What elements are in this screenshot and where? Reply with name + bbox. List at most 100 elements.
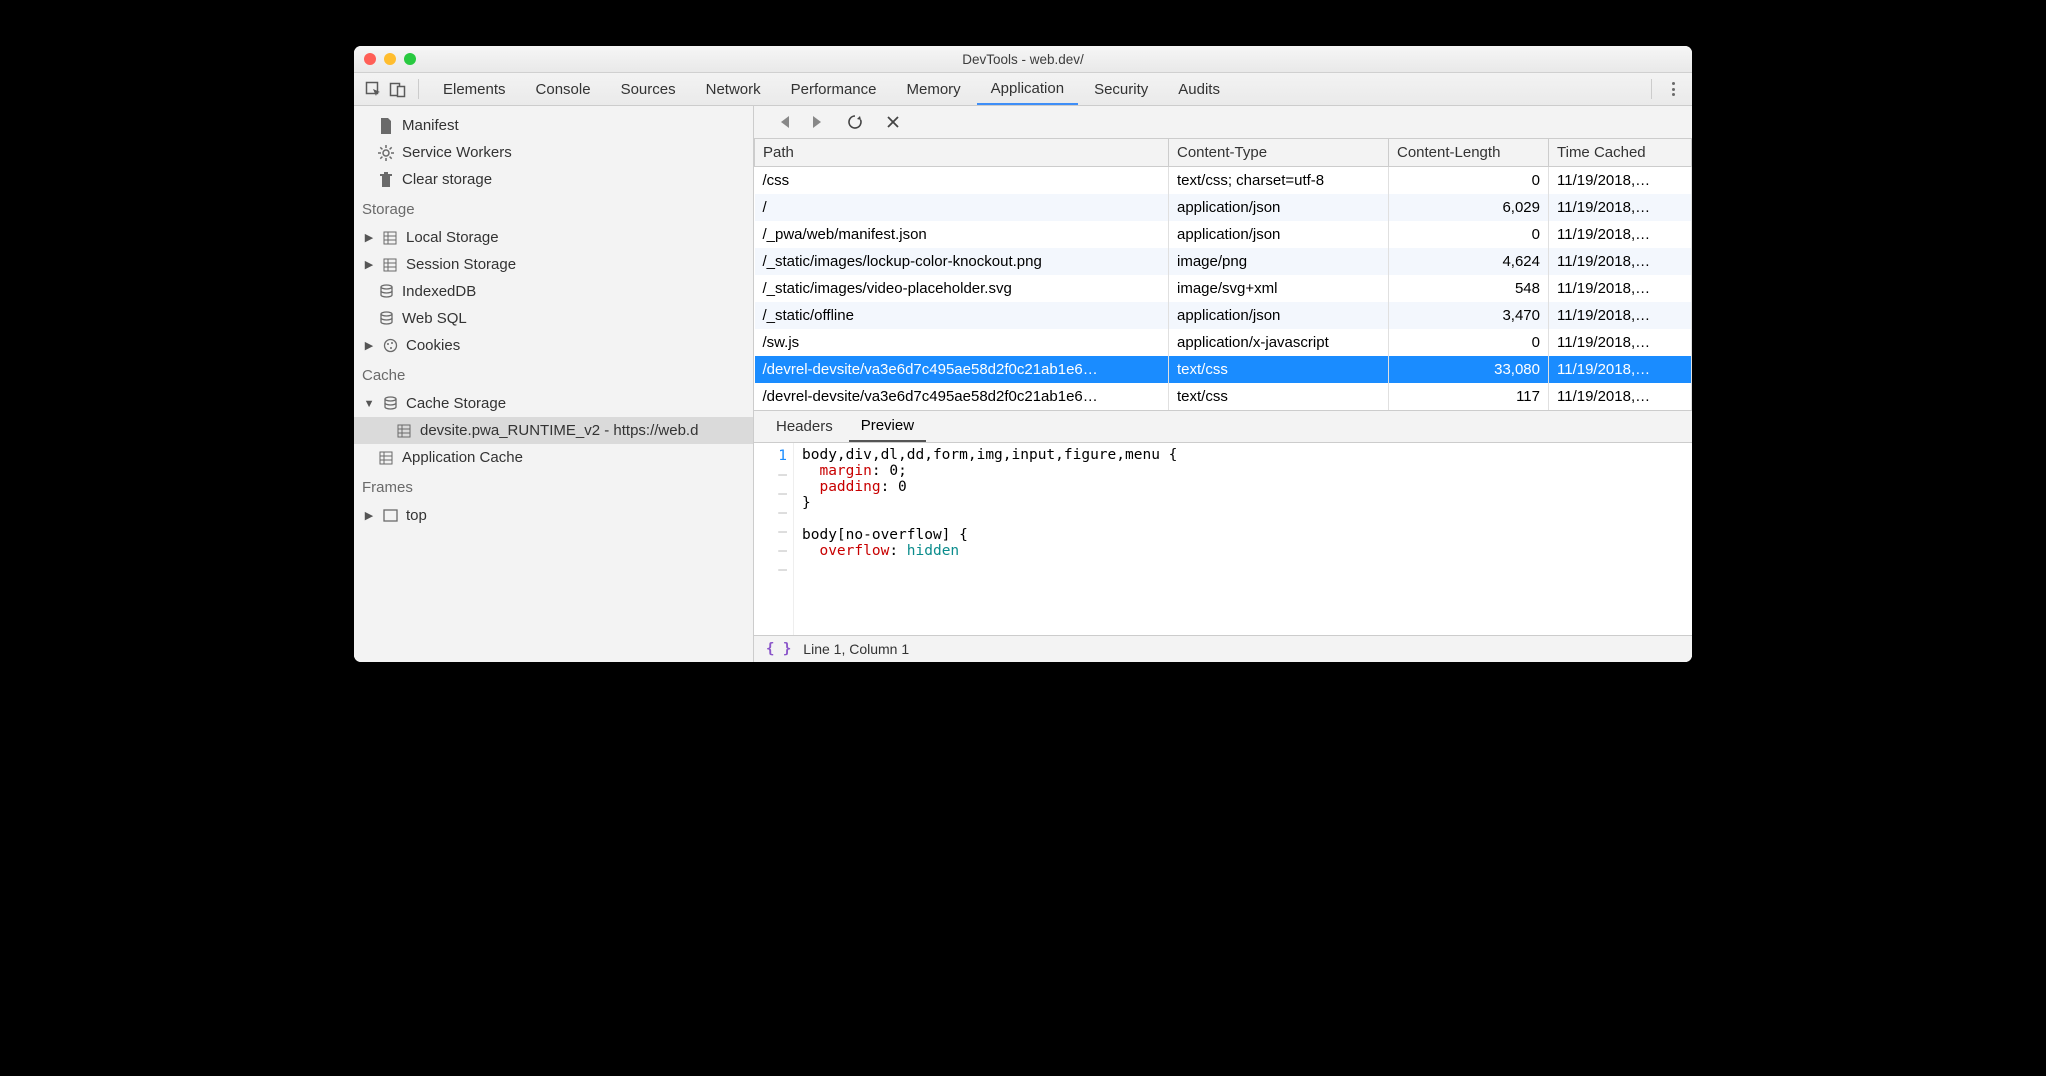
disclosure-right-icon: ▶ xyxy=(364,231,374,244)
tab-sources[interactable]: Sources xyxy=(607,73,690,105)
cell-time: 11/19/2018,… xyxy=(1549,356,1692,383)
file-icon xyxy=(378,118,394,134)
refresh-button[interactable] xyxy=(846,113,864,131)
cell-time: 11/19/2018,… xyxy=(1549,194,1692,221)
cell-ctype: image/png xyxy=(1169,248,1389,275)
cell-path: /_static/images/lockup-color-knockout.pn… xyxy=(755,248,1169,275)
table-row[interactable]: /sw.jsapplication/x-javascript011/19/201… xyxy=(755,329,1692,356)
cell-ctype: application/x-javascript xyxy=(1169,329,1389,356)
cookie-icon xyxy=(382,338,398,354)
sidebar-item-cookies[interactable]: ▶Cookies xyxy=(354,332,753,359)
subtab-preview[interactable]: Preview xyxy=(849,411,926,442)
devtools-window: DevTools - web.dev/ ElementsConsoleSourc… xyxy=(354,46,1692,662)
code-content[interactable]: body,div,dl,dd,form,img,input,figure,men… xyxy=(794,443,1177,635)
device-toolbar-icon[interactable] xyxy=(386,78,408,100)
preview-statusbar: { } Line 1, Column 1 xyxy=(754,635,1692,662)
cell-time: 11/19/2018,… xyxy=(1549,167,1692,195)
table-row[interactable]: /_static/offlineapplication/json3,47011/… xyxy=(755,302,1692,329)
sidebar-group-storage: Storage xyxy=(354,193,753,224)
grid-icon xyxy=(382,230,398,246)
cell-time: 11/19/2018,… xyxy=(1549,302,1692,329)
sidebar-item-label: Manifest xyxy=(402,117,459,134)
window-zoom-button[interactable] xyxy=(404,53,416,65)
window-close-button[interactable] xyxy=(364,53,376,65)
cache-detail-panel: Path Content-Type Content-Length Time Ca… xyxy=(754,106,1692,662)
column-header-content-length[interactable]: Content-Length xyxy=(1389,139,1549,167)
history-back-button[interactable] xyxy=(776,113,794,131)
cell-path: /devrel-devsite/va3e6d7c495ae58d2f0c21ab… xyxy=(755,383,1169,410)
disclosure-right-icon: ▶ xyxy=(364,509,374,522)
tab-application[interactable]: Application xyxy=(977,73,1078,105)
cell-time: 11/19/2018,… xyxy=(1549,275,1692,302)
table-row[interactable]: /_static/images/lockup-color-knockout.pn… xyxy=(755,248,1692,275)
tab-audits[interactable]: Audits xyxy=(1164,73,1234,105)
sidebar-item-label: Application Cache xyxy=(402,449,523,466)
cache-entries-table: Path Content-Type Content-Length Time Ca… xyxy=(754,139,1692,410)
cell-time: 11/19/2018,… xyxy=(1549,383,1692,410)
cell-path: / xyxy=(755,194,1169,221)
sidebar-item-label: Web SQL xyxy=(402,310,467,327)
column-header-content-type[interactable]: Content-Type xyxy=(1169,139,1389,167)
sidebar-item-manifest[interactable]: Manifest xyxy=(354,112,753,139)
cell-ctype: image/svg+xml xyxy=(1169,275,1389,302)
cell-clen: 33,080 xyxy=(1389,356,1549,383)
table-row[interactable]: /devrel-devsite/va3e6d7c495ae58d2f0c21ab… xyxy=(755,356,1692,383)
cell-clen: 6,029 xyxy=(1389,194,1549,221)
history-forward-button[interactable] xyxy=(808,113,826,131)
table-row[interactable]: /devrel-devsite/va3e6d7c495ae58d2f0c21ab… xyxy=(755,383,1692,410)
grid-icon xyxy=(396,423,412,439)
sidebar-item-local-storage[interactable]: ▶ Local Storage xyxy=(354,224,753,251)
tab-elements[interactable]: Elements xyxy=(429,73,520,105)
db-icon xyxy=(378,284,394,300)
cell-ctype: text/css xyxy=(1169,383,1389,410)
table-row[interactable]: /csstext/css; charset=utf-8011/19/2018,… xyxy=(755,167,1692,195)
cell-ctype: text/css; charset=utf-8 xyxy=(1169,167,1389,195)
table-row[interactable]: /_pwa/web/manifest.jsonapplication/json0… xyxy=(755,221,1692,248)
column-header-path[interactable]: Path xyxy=(755,139,1169,167)
cell-clen: 0 xyxy=(1389,221,1549,248)
sidebar-item-web-sql[interactable]: Web SQL xyxy=(354,305,753,332)
tab-security[interactable]: Security xyxy=(1080,73,1162,105)
sidebar-item-session-storage[interactable]: ▶Session Storage xyxy=(354,251,753,278)
sidebar-item-service-workers[interactable]: Service Workers xyxy=(354,139,753,166)
cell-ctype: text/css xyxy=(1169,356,1389,383)
delete-button[interactable] xyxy=(884,113,902,131)
sidebar-item-label: Service Workers xyxy=(402,144,512,161)
subtab-headers[interactable]: Headers xyxy=(764,411,845,442)
cursor-position: Line 1, Column 1 xyxy=(803,641,909,657)
panel-body: Manifest Service Workers Clear storage Sto… xyxy=(354,106,1692,662)
sidebar-item-indexeddb[interactable]: IndexedDB xyxy=(354,278,753,305)
titlebar: DevTools - web.dev/ xyxy=(354,46,1692,73)
sidebar-item-cache-storage[interactable]: ▼ Cache Storage xyxy=(354,390,753,417)
window-title: DevTools - web.dev/ xyxy=(354,52,1692,67)
grid-icon xyxy=(382,257,398,273)
main-tabbar: ElementsConsoleSourcesNetworkPerformance… xyxy=(354,73,1692,106)
column-header-time-cached[interactable]: Time Cached xyxy=(1549,139,1692,167)
table-row[interactable]: /_static/images/video-placeholder.svgima… xyxy=(755,275,1692,302)
table-row[interactable]: /application/json6,02911/19/2018,… xyxy=(755,194,1692,221)
format-icon[interactable]: { } xyxy=(766,641,791,657)
separator xyxy=(418,79,419,99)
inspect-icon[interactable] xyxy=(362,78,384,100)
sidebar-item-label: Local Storage xyxy=(406,229,499,246)
sidebar-item-frame-top[interactable]: ▶ top xyxy=(354,502,753,529)
sidebar-item-clear-storage[interactable]: Clear storage xyxy=(354,166,753,193)
tab-console[interactable]: Console xyxy=(522,73,605,105)
tab-memory[interactable]: Memory xyxy=(893,73,975,105)
disclosure-right-icon: ▶ xyxy=(364,339,374,352)
sidebar-item-label: Cache Storage xyxy=(406,395,506,412)
tab-performance[interactable]: Performance xyxy=(777,73,891,105)
application-sidebar: Manifest Service Workers Clear storage Sto… xyxy=(354,106,754,662)
cell-path: /sw.js xyxy=(755,329,1169,356)
sidebar-item-application-cache[interactable]: Application Cache xyxy=(354,444,753,471)
sidebar-item-label: IndexedDB xyxy=(402,283,476,300)
tab-network[interactable]: Network xyxy=(692,73,775,105)
window-minimize-button[interactable] xyxy=(384,53,396,65)
cell-clen: 548 xyxy=(1389,275,1549,302)
separator xyxy=(1651,79,1652,99)
more-menu-icon[interactable] xyxy=(1662,82,1684,96)
cell-ctype: application/json xyxy=(1169,221,1389,248)
cell-clen: 4,624 xyxy=(1389,248,1549,275)
cell-ctype: application/json xyxy=(1169,194,1389,221)
sidebar-item-cache-entry[interactable]: devsite.pwa_RUNTIME_v2 - https://web.d xyxy=(354,417,753,444)
